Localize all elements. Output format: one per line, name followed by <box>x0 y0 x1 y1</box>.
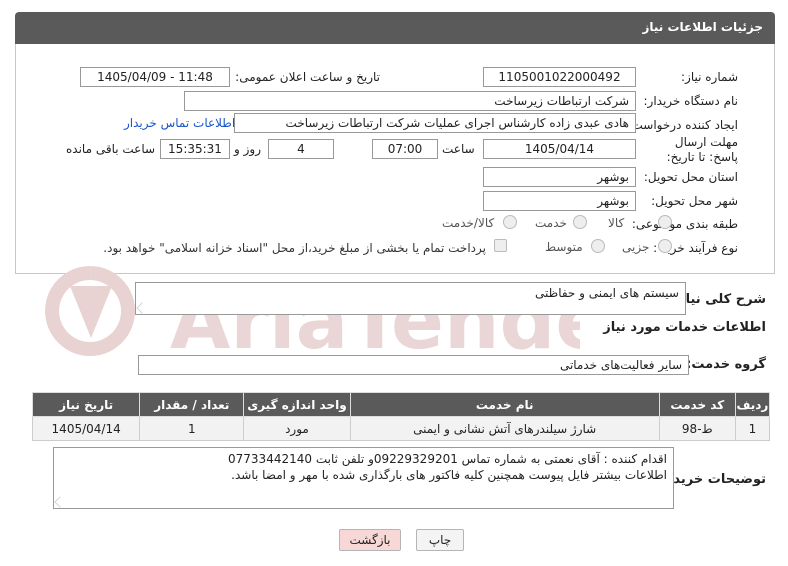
remaining-label: ساعت باقی مانده <box>66 142 156 156</box>
services-info-title: اطلاعات خدمات مورد نیاز <box>603 320 766 335</box>
category-label: طبقه بندی موضوعی: <box>631 217 738 231</box>
announce-label: تاریخ و ساعت اعلان عمومی: <box>235 70 380 84</box>
requester-field: هادی عبدی زاده کارشناس اجرای عملیات شرکت… <box>234 113 636 133</box>
col-header-row-number: ردیف <box>734 392 771 417</box>
col-header-service-code: کد خدمت <box>658 392 736 417</box>
cell-quantity: 1 <box>139 416 245 441</box>
buyer-org-label: نام دستگاه خریدار: <box>643 94 739 108</box>
need-number-field: 1105001022000492 <box>483 67 636 87</box>
deadline-hour-label: ساعت <box>442 142 475 156</box>
services-table: ردیف کد خدمت نام خدمت واحد اندازه گیری ت… <box>31 392 771 441</box>
summary-label: شرح کلی نیاز: <box>672 292 766 307</box>
category-service-label: خدمت <box>535 216 567 230</box>
page-title: جزئیات اطلاعات نیاز <box>642 20 763 34</box>
service-group-field: سایر فعالیت‌های خدماتی <box>138 355 689 375</box>
resize-grip-icon[interactable] <box>54 496 66 508</box>
announce-field: 1405/04/09 - 11:48 <box>80 67 230 87</box>
table-row: 1 ط-98 شارژ سیلندرهای آتش نشانی و ایمنی … <box>31 416 771 441</box>
buyer-notes-line-2: اطلاعات بیشتر فایل پیوست همچنین کلیه فاک… <box>231 468 667 482</box>
cell-service-code: ط-98 <box>658 416 736 441</box>
buyer-contact-link[interactable]: اطلاعات تماس خریدار <box>124 116 235 130</box>
page-header: جزئیات اطلاعات نیاز <box>15 12 775 44</box>
need-number-label: شماره نیاز: <box>681 70 738 84</box>
back-button[interactable]: بازگشت <box>339 529 401 551</box>
cell-need-date: 1405/04/14 <box>31 416 141 441</box>
cell-row-number: 1 <box>734 416 771 441</box>
category-goods-label: کالا <box>608 216 625 230</box>
province-field: بوشهر <box>483 167 636 187</box>
days-label: روز و <box>234 142 261 156</box>
deadline-label: مهلت ارسال پاسخ: تا تاریخ: <box>666 135 738 164</box>
buyer-notes-field: اقدام کننده : آقای نعمتی به شماره تماس 0… <box>53 447 674 509</box>
treasury-payment-checkbox[interactable] <box>494 239 507 252</box>
cell-unit: مورد <box>243 416 351 441</box>
process-minor-label: جزیی <box>622 240 650 254</box>
city-label: شهر محل تحویل: <box>651 194 738 208</box>
days-remaining-field: 4 <box>268 139 334 159</box>
col-header-unit: واحد اندازه گیری <box>243 392 351 417</box>
col-header-need-date: تاریخ نیاز <box>31 392 141 417</box>
requester-label: ایجاد کننده درخواست: <box>627 118 738 132</box>
deadline-date-field: 1405/04/14 <box>483 139 636 159</box>
resize-grip-icon[interactable] <box>136 302 148 314</box>
buyer-notes-line-1: اقدام کننده : آقای نعمتی به شماره تماس 0… <box>228 452 667 466</box>
category-goods-service-label: کالا/خدمت <box>442 216 495 230</box>
summary-field: سیستم های ایمنی و حفاظتی <box>135 282 686 315</box>
col-header-service-name: نام خدمت <box>349 392 660 417</box>
service-group-label: گروه خدمت: <box>686 357 766 372</box>
process-minor-radio[interactable] <box>658 239 672 253</box>
col-header-quantity: تعداد / مقدار <box>139 392 245 417</box>
print-button[interactable]: چاپ <box>416 529 464 551</box>
deadline-time-field: 07:00 <box>372 139 438 159</box>
buyer-org-field: شرکت ارتباطات زیرساخت <box>184 91 636 111</box>
treasury-payment-note: پرداخت تمام یا بخشی از مبلغ خرید،از محل … <box>103 241 486 255</box>
remaining-time-field: 15:35:31 <box>160 139 230 159</box>
category-goods-service-radio[interactable] <box>503 215 517 229</box>
table-header-row: ردیف کد خدمت نام خدمت واحد اندازه گیری ت… <box>31 392 771 417</box>
category-goods-radio[interactable] <box>658 215 672 229</box>
cell-service-name: شارژ سیلندرهای آتش نشانی و ایمنی <box>349 416 660 441</box>
city-field: بوشهر <box>483 191 636 211</box>
process-medium-label: متوسط <box>545 240 583 254</box>
province-label: استان محل تحویل: <box>643 170 738 184</box>
category-service-radio[interactable] <box>573 215 587 229</box>
process-medium-radio[interactable] <box>591 239 605 253</box>
summary-text: سیستم های ایمنی و حفاظتی <box>535 286 679 300</box>
